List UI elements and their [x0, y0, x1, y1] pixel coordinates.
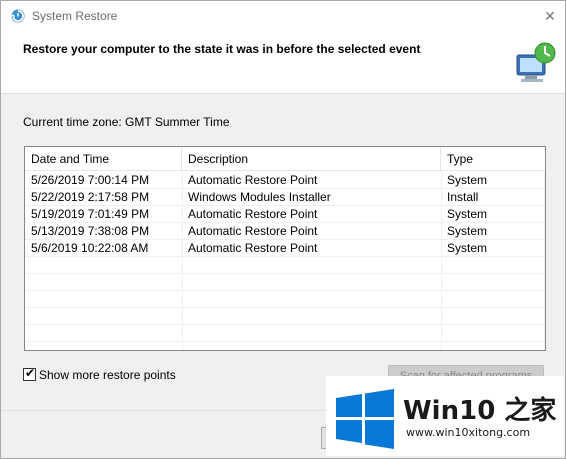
close-icon: ✕ [544, 8, 556, 24]
checkmark-icon: ✔ [25, 366, 36, 380]
window-title: System Restore [32, 9, 118, 23]
table-row[interactable]: 5/13/2019 7:38:08 PM Automatic Restore P… [25, 223, 545, 240]
row-divider [25, 205, 545, 206]
row-date: 5/26/2019 7:00:14 PM [31, 173, 150, 187]
row-date: 5/19/2019 7:01:49 PM [31, 207, 150, 221]
row-divider [25, 290, 545, 291]
row-date: 5/13/2019 7:38:08 PM [31, 224, 150, 238]
table-row[interactable]: 5/6/2019 10:22:08 AM Automatic Restore P… [25, 240, 545, 257]
row-date: 5/22/2019 2:17:58 PM [31, 190, 150, 204]
row-type: System [447, 173, 488, 187]
row-type: System [447, 207, 488, 221]
row-description: Automatic Restore Point [188, 207, 318, 221]
row-divider [25, 273, 545, 274]
row-divider [25, 239, 545, 240]
row-description: Windows Modules Installer [188, 190, 331, 204]
column-date-time[interactable]: Date and Time ⌄ [25, 147, 182, 170]
page-heading: Restore your computer to the state it wa… [23, 42, 421, 56]
show-more-checkbox[interactable]: ✔ [23, 366, 36, 381]
timezone-label: Current time zone: GMT Summer Time [23, 115, 230, 129]
row-divider [25, 341, 545, 342]
column-label: Description [188, 152, 249, 166]
row-divider [25, 307, 545, 308]
watermark-url: www.win10xitong.com [406, 426, 531, 439]
system-restore-icon [11, 9, 25, 23]
row-divider [25, 256, 545, 257]
restore-points-table: Date and Time ⌄ Description Type 5/26/20… [24, 146, 546, 351]
row-divider [25, 324, 545, 325]
close-button[interactable]: ✕ [535, 1, 565, 31]
sort-arrow-icon: ⌄ [97, 151, 104, 160]
computer-restore-icon [516, 42, 556, 82]
row-type: Install [447, 190, 479, 204]
column-label: Type [447, 152, 474, 166]
row-divider [25, 222, 545, 223]
table-header: Date and Time ⌄ Description Type [25, 147, 545, 171]
row-divider [25, 188, 545, 189]
row-type: System [447, 224, 488, 238]
table-row[interactable]: 5/22/2019 2:17:58 PM Windows Modules Ins… [25, 189, 545, 206]
show-more-label: Show more restore points [39, 368, 176, 382]
watermark-brand: Win10 之家 [403, 396, 557, 426]
header-panel: Restore your computer to the state it wa… [1, 31, 565, 94]
row-description: Automatic Restore Point [188, 173, 318, 187]
win10-watermark: Win10 之家 www.win10xitong.com [326, 376, 564, 456]
column-type[interactable]: Type [441, 147, 545, 170]
row-date: 5/6/2019 10:22:08 AM [31, 241, 149, 255]
table-row[interactable]: 5/19/2019 7:01:49 PM Automatic Restore P… [25, 206, 545, 223]
row-type: System [447, 241, 488, 255]
title-bar: System Restore ✕ [1, 1, 565, 31]
row-description: Automatic Restore Point [188, 241, 318, 255]
column-description[interactable]: Description [182, 147, 441, 170]
windows-logo-icon [336, 389, 394, 449]
table-row[interactable]: 5/26/2019 7:00:14 PM Automatic Restore P… [25, 172, 545, 189]
row-description: Automatic Restore Point [188, 224, 318, 238]
